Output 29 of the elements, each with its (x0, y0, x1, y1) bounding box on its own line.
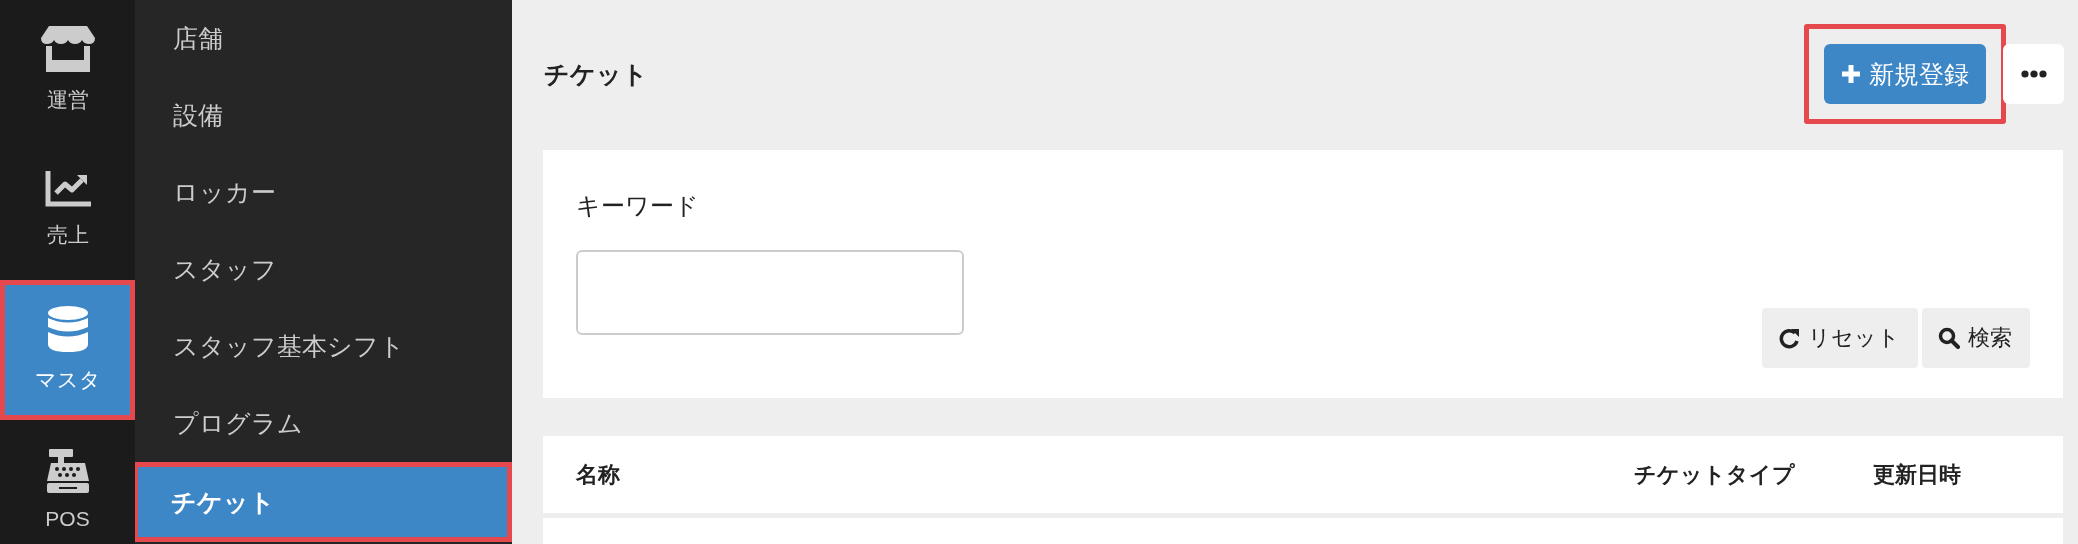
plus-icon (1841, 64, 1861, 84)
store-icon (40, 26, 95, 72)
rail-item[interactable]: マスタ (0, 280, 135, 420)
new-button[interactable]: 新規登録 (1824, 44, 1986, 104)
submenu-item[interactable]: 設備 (135, 77, 512, 154)
column-header[interactable]: 更新日時 (1873, 459, 2063, 490)
column-header[interactable]: チケットタイプ (1634, 459, 1873, 490)
submenu-item[interactable]: ロッカー (135, 154, 512, 231)
reset-button[interactable]: リセット (1762, 308, 1918, 368)
rail-item[interactable]: 運営 (0, 0, 135, 140)
search-icon (1938, 327, 1960, 349)
column-header[interactable]: 名称 (576, 459, 1634, 490)
rail-item[interactable]: 売上 (0, 140, 135, 280)
chart-icon (44, 171, 91, 207)
database-icon (46, 306, 89, 352)
more-icon (2020, 70, 2047, 78)
keyword-field[interactable] (576, 250, 964, 335)
more-button[interactable] (2003, 44, 2064, 104)
submenu-item[interactable]: 店舗 (135, 0, 512, 77)
page-title: チケット (544, 58, 648, 90)
cash-register-icon (44, 449, 91, 493)
submenu-item[interactable]: スタッフ基本シフト (135, 308, 512, 385)
field-label: キーワード (576, 191, 700, 221)
submenu-item[interactable]: プログラム (135, 385, 512, 462)
submenu-item[interactable]: スタッフ (135, 231, 512, 308)
submenu-item[interactable]: チケット (135, 462, 512, 542)
rail-item[interactable]: POS (0, 420, 135, 544)
search-button[interactable]: 検索 (1922, 308, 2030, 368)
refresh-icon (1778, 327, 1800, 349)
